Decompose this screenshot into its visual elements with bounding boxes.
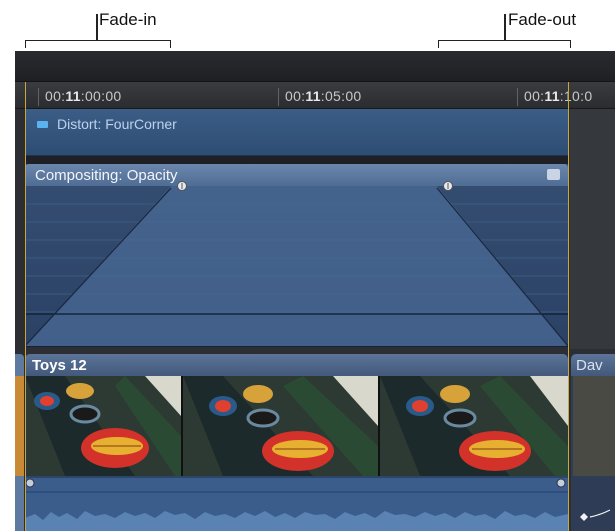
video-clip[interactable]: Toys 12 [25,354,568,531]
timeline-toolbar [15,51,615,82]
audio-fade-handle-left[interactable] [25,478,35,488]
fade-out-handle[interactable] [442,180,454,192]
filmstrip-frame [25,376,183,476]
fade-in-bracket [25,40,171,48]
fade-out-bracket-pointer [504,14,506,41]
next-clip-thumbnail [573,376,615,476]
next-clip-header: Dav [571,354,615,376]
toy-thumbnail [380,376,568,476]
fade-out-bracket [438,40,571,48]
audio-waveform [25,478,568,531]
opacity-header: Compositing: Opacity [25,164,568,186]
ruler-tick [517,88,518,106]
opacity-effect-label: Compositing: Opacity [35,167,178,184]
timecode-1: 00:11:00:00 [45,88,122,104]
toy-thumbnail [183,376,378,476]
filmstrip-frame [380,376,568,476]
timeline-ruler[interactable]: 00:11:00:00 00:11:05:00 00:11:10:0 [15,82,615,109]
distort-effect-row[interactable]: Distort: FourCorner [25,109,568,156]
opacity-animation-editor[interactable]: Compositing: Opacity [25,164,568,347]
audio-fade-handle-right[interactable] [556,478,566,488]
clip-name: Toys 12 [32,357,87,374]
previous-clip-thumbnail [15,376,24,476]
timecode-2: 00:11:05:00 [285,88,362,104]
opacity-graph [25,186,568,346]
toy-thumbnail [25,376,181,476]
keyframe-diamond-icon[interactable] [574,502,614,531]
next-clip-name: Dav [576,357,603,374]
opacity-fill [25,186,568,346]
timecode-3: 00:11:10:0 [524,88,593,104]
timeline-window: 00:11:00:00 00:11:05:00 00:11:10:0 Disto… [15,51,615,531]
fade-in-bracket-pointer [96,14,98,41]
clip-end-edge-line [568,82,569,531]
ruler-tick [278,88,279,106]
fade-out-annotation: Fade-out [508,10,577,29]
ruler-tick [38,88,39,106]
fade-in-handle[interactable] [176,180,188,192]
adjacent-lane [570,109,615,349]
lane-separator [25,156,568,164]
dropdown-menu-icon[interactable] [547,169,560,180]
fade-in-annotation: Fade-in [99,10,157,29]
distort-effect-label: Distort: FourCorner [57,116,177,132]
next-clip[interactable]: Dav [571,354,615,531]
effect-color-icon [37,121,48,128]
clip-header: Toys 12 [25,354,568,376]
clip-start-edge-line [25,82,26,531]
audio-waveform-lane[interactable] [25,478,568,531]
filmstrip-frame [183,376,380,476]
